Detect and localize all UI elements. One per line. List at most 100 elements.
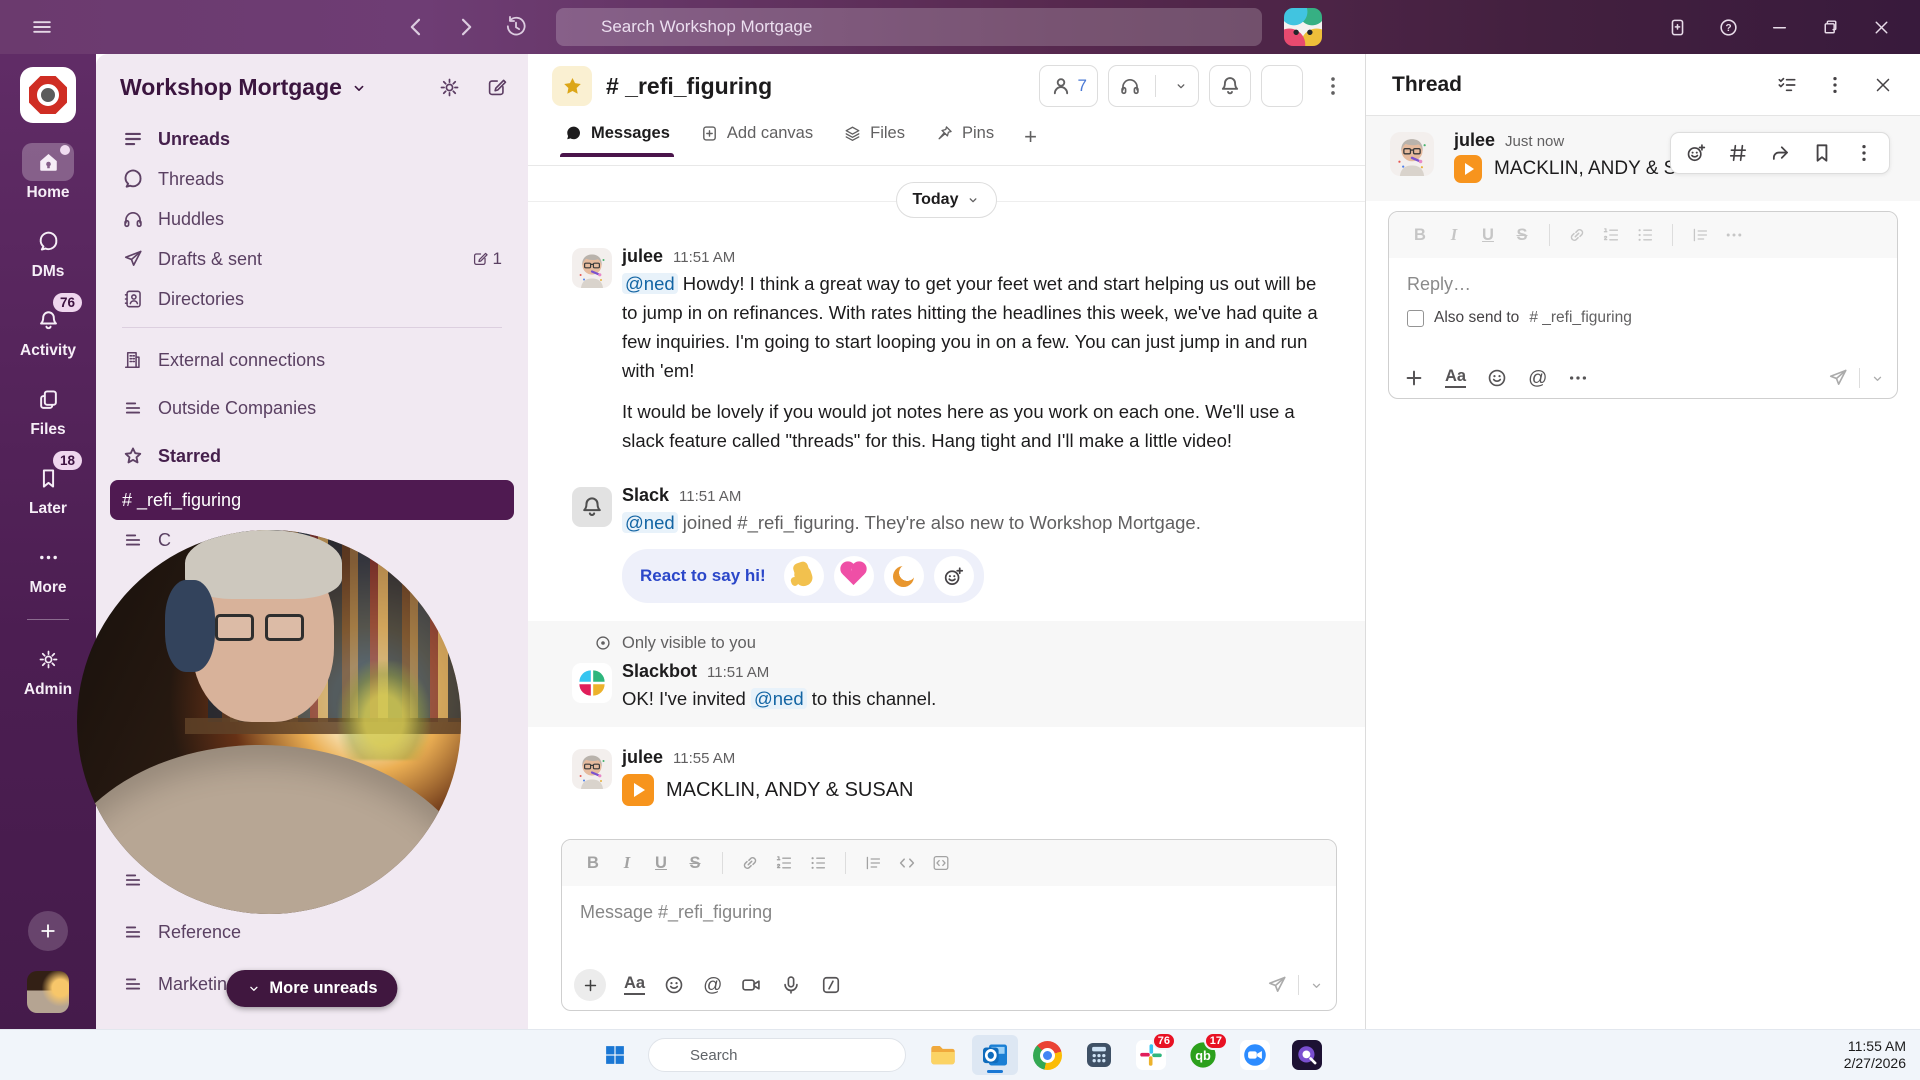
taskbar-clock[interactable]: 11:55 AM 2/27/2026 <box>1844 1038 1906 1072</box>
avatar-julee[interactable] <box>572 749 612 789</box>
send-button[interactable] <box>1266 974 1288 996</box>
thread-more-icon[interactable] <box>1824 74 1846 96</box>
mention-ned[interactable]: @ned <box>622 273 678 294</box>
webcam-video-overlay[interactable] <box>77 530 461 914</box>
rail-item-activity[interactable]: 76 Activity <box>20 293 82 360</box>
add-reaction-icon[interactable] <box>1685 142 1707 164</box>
sidebar-settings-icon[interactable] <box>438 76 461 99</box>
close-icon[interactable] <box>1872 74 1894 96</box>
blockquote-icon[interactable] <box>863 853 883 873</box>
create-new-button[interactable] <box>28 911 68 951</box>
format-toggle-icon[interactable]: Aa <box>624 975 646 996</box>
channel-more-icon[interactable] <box>1321 74 1345 98</box>
avatar-slackbot[interactable] <box>572 663 612 703</box>
taskbar-zoom[interactable] <box>1232 1035 1278 1075</box>
taskbar-slack[interactable]: 76 <box>1128 1032 1176 1075</box>
history-back-icon[interactable] <box>404 15 428 39</box>
channel-members-button[interactable]: 7 <box>1038 65 1098 107</box>
sidebar-item-external-connections[interactable]: External connections <box>110 336 514 384</box>
window-close-icon[interactable] <box>1871 17 1892 38</box>
sidebar-item-reference[interactable]: Reference <box>110 912 514 952</box>
underline-icon[interactable]: U <box>646 849 676 877</box>
message-input[interactable]: Message #_refi_figuring <box>562 886 1336 923</box>
send-options-icon[interactable] <box>1309 978 1324 993</box>
channel-search-button[interactable] <box>1261 65 1303 107</box>
sidebar-item-drafts[interactable]: Drafts & sent 1 <box>110 239 514 279</box>
blockquote-icon[interactable] <box>1690 225 1710 245</box>
taskbar-quickbooks[interactable]: qb 17 <box>1180 1032 1228 1075</box>
sidebar-channel-refi-figuring[interactable]: # _refi_figuring <box>110 480 514 520</box>
mention-icon[interactable]: @ <box>1528 369 1547 388</box>
taskbar-calculator[interactable] <box>1076 1035 1122 1075</box>
link-icon[interactable] <box>740 853 760 873</box>
rail-item-home[interactable]: Home <box>22 143 74 202</box>
user-avatar[interactable] <box>27 971 69 1013</box>
video-attachment-title[interactable]: MACKLIN, ANDY & SUSAN <box>666 779 913 802</box>
sidebar-item-threads[interactable]: Threads <box>110 159 514 199</box>
attach-button[interactable] <box>1403 367 1425 389</box>
save-for-later-icon[interactable] <box>1811 142 1833 164</box>
sidebar-item-outside-companies[interactable]: Outside Companies <box>110 384 514 432</box>
italic-icon[interactable]: I <box>612 849 642 877</box>
rail-item-dms[interactable]: DMs <box>22 222 74 281</box>
help-icon[interactable]: ? <box>1718 17 1739 38</box>
attach-button[interactable] <box>574 969 606 1001</box>
window-minimize-icon[interactable] <box>1769 17 1790 38</box>
react-prompt-link[interactable]: React to say hi! <box>640 566 766 586</box>
tab-pins[interactable]: Pins <box>935 124 994 157</box>
also-send-checkbox[interactable] <box>1407 309 1424 327</box>
ordered-list-icon[interactable] <box>1601 225 1621 245</box>
audio-clip-icon[interactable] <box>780 974 802 996</box>
avatar-julee[interactable] <box>572 248 612 288</box>
history-forward-icon[interactable] <box>454 15 478 39</box>
send-button[interactable] <box>1827 367 1849 389</box>
workspace-switcher[interactable]: Workshop Mortgage <box>120 74 368 101</box>
message-author[interactable]: julee <box>622 747 663 768</box>
message-author[interactable]: Slack <box>622 485 669 506</box>
code-block-icon[interactable] <box>931 853 951 873</box>
workspace-avatar[interactable] <box>1284 8 1322 46</box>
more-unreads-button[interactable]: More unreads <box>226 970 398 1007</box>
mention-ned[interactable]: @ned <box>622 512 678 533</box>
notifications-button[interactable] <box>1209 65 1251 107</box>
play-icon[interactable] <box>622 774 654 806</box>
tab-files[interactable]: Files <box>843 124 905 157</box>
workspace-logo[interactable] <box>20 67 76 123</box>
thread-list-icon[interactable] <box>1776 74 1798 96</box>
taskbar-outlook[interactable] <box>972 1035 1018 1075</box>
wave-emoji-button[interactable] <box>783 556 824 596</box>
compose-icon[interactable] <box>485 76 508 99</box>
send-options-icon[interactable] <box>1870 371 1885 386</box>
bullet-list-icon[interactable] <box>1635 225 1655 245</box>
history-icon[interactable] <box>504 15 528 39</box>
message-author[interactable]: julee <box>1454 130 1495 151</box>
more-actions-icon[interactable] <box>1853 142 1875 164</box>
sidebar-item-unreads[interactable]: Unreads <box>110 119 514 159</box>
rail-item-files[interactable]: Files <box>22 380 74 439</box>
rail-item-more[interactable]: More <box>22 538 74 597</box>
link-icon[interactable] <box>1567 225 1587 245</box>
window-restore-icon[interactable] <box>1820 17 1841 38</box>
sparkling-heart-emoji-button[interactable] <box>833 556 874 596</box>
code-icon[interactable] <box>897 853 917 873</box>
tab-add-canvas[interactable]: Add canvas <box>700 124 813 157</box>
bullet-list-icon[interactable] <box>808 853 828 873</box>
mention-icon[interactable]: @ <box>703 976 722 995</box>
message-author[interactable]: Slackbot <box>622 661 697 682</box>
taskbar-file-explorer[interactable] <box>920 1035 966 1075</box>
add-tab-button[interactable]: + <box>1024 124 1037 162</box>
croissant-emoji-button[interactable] <box>883 556 924 596</box>
video-clip-icon[interactable] <box>740 974 762 996</box>
add-reaction-button[interactable] <box>933 556 974 596</box>
sidebar-item-directories[interactable]: Directories <box>110 279 514 319</box>
emoji-picker-icon[interactable] <box>1486 367 1508 389</box>
huddle-button[interactable] <box>1108 65 1199 107</box>
mention-ned[interactable]: @ned <box>750 688 807 709</box>
new-window-icon[interactable] <box>1667 17 1688 38</box>
global-search-input[interactable]: Search Workshop Mortgage <box>556 8 1262 46</box>
italic-icon[interactable]: I <box>1439 221 1469 249</box>
strikethrough-icon[interactable]: S <box>680 849 710 877</box>
shortcuts-icon[interactable] <box>820 974 842 996</box>
avatar-julee[interactable] <box>1390 132 1434 176</box>
play-icon[interactable] <box>1454 155 1482 183</box>
